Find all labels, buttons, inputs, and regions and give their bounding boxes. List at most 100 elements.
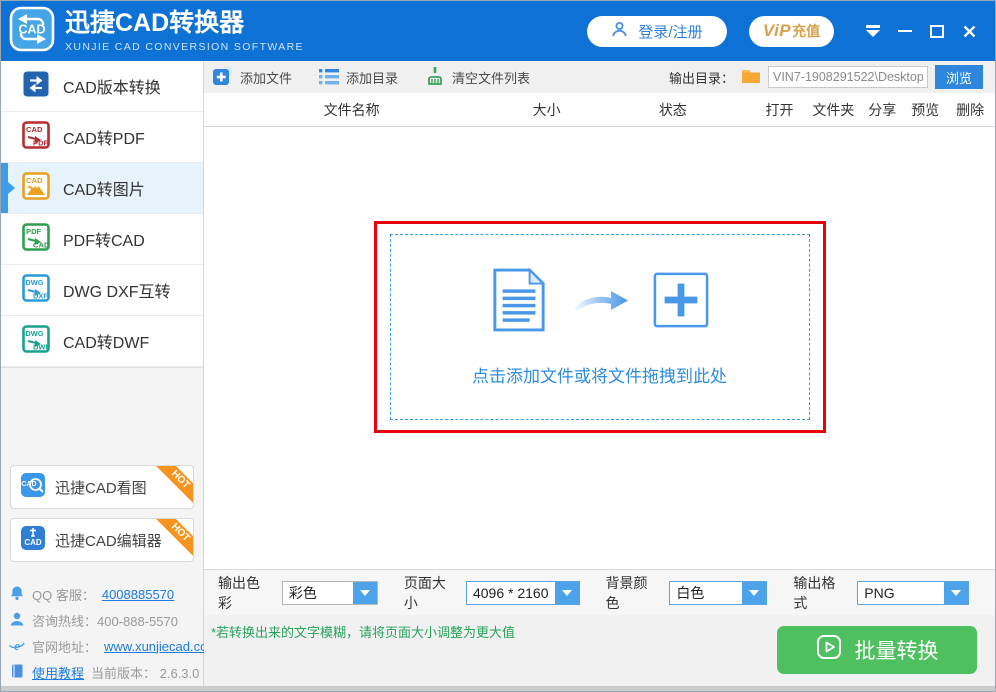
title-bar: CAD 迅捷CAD转换器 XUNJIE CAD CONVERSION SOFTW… [1, 1, 995, 61]
promo-cad-viewer-button[interactable]: CAD 迅捷CAD看图 HOT [10, 465, 194, 509]
svg-text:CAD: CAD [18, 22, 45, 36]
batch-convert-button[interactable]: 批量转换 [777, 626, 977, 674]
qq-service-icon [9, 585, 25, 604]
app-logo-icon: CAD [9, 6, 55, 57]
main-panel: 添加文件 添加目录 [204, 61, 995, 691]
browse-button[interactable]: 浏览 [935, 65, 983, 89]
tutorial-book-icon [9, 663, 25, 682]
user-icon [611, 21, 628, 42]
tutorial-row: 使用教程 当前版本： 2.6.3.0 [9, 659, 197, 685]
blur-warning-note: *若转换出来的文字模糊，请将页面大小调整为更大值 [211, 622, 515, 641]
sidebar-item-pdf-to-cad[interactable]: PDF CAD PDF转CAD [1, 214, 203, 265]
promo-cad-editor-button[interactable]: CAD 迅捷CAD编辑器 HOT [10, 518, 194, 562]
cad-editor-icon: CAD [20, 525, 46, 555]
cad-to-dwf-icon: DWG DWF [22, 325, 50, 358]
column-open: 打开 [752, 100, 808, 120]
ie-browser-icon: e [9, 637, 25, 656]
output-dir-label: 输出目录： [669, 68, 734, 87]
chevron-down-icon [555, 582, 579, 604]
qq-service-row: QQ 客服： 4008885570 [9, 581, 197, 607]
sidebar-lower-panel: CAD 迅捷CAD看图 HOT CAD [1, 367, 203, 691]
sidebar-item-label: CAD转图片 [63, 176, 145, 200]
output-dir-input[interactable] [768, 66, 928, 88]
svg-text:CAD: CAD [24, 538, 42, 547]
svg-text:DWF: DWF [33, 342, 50, 351]
sidebar-item-cad-to-dwf[interactable]: DWG DWF CAD转DWF [1, 316, 203, 367]
column-size: 大小 [499, 100, 594, 120]
app-title: 迅捷CAD转换器 [65, 9, 304, 38]
footer-bar: *若转换出来的文字模糊，请将页面大小调整为更大值 批量转换 [204, 615, 995, 691]
login-register-label: 登录/注册 [638, 21, 702, 42]
document-icon [491, 268, 547, 337]
batch-convert-label: 批量转换 [855, 635, 939, 665]
sidebar-item-cad-to-image[interactable]: CAD CAD转图片 [1, 163, 203, 214]
background-color-select[interactable]: 白色 [669, 581, 767, 605]
page-size-select[interactable]: 4096 * 2160 [466, 581, 580, 605]
maximize-icon[interactable] [930, 23, 944, 39]
output-format-value: PNG [858, 582, 944, 604]
sidebar-item-label: DWG DXF互转 [63, 278, 171, 302]
add-file-icon [213, 66, 233, 89]
file-dropzone[interactable]: 点击添加文件或将文件拖拽到此处 [374, 221, 826, 433]
window-controls [866, 23, 977, 39]
column-preview: 预览 [905, 100, 945, 120]
minimize-icon[interactable] [898, 23, 912, 39]
cad-viewer-icon: CAD [20, 472, 46, 502]
sidebar-item-label: CAD转PDF [63, 125, 145, 149]
cad-version-convert-icon [22, 70, 50, 103]
output-color-value: 彩色 [283, 582, 353, 604]
background-color-value: 白色 [670, 582, 742, 604]
sidebar-item-cad-to-pdf[interactable]: CAD PDF CAD转PDF [1, 112, 203, 163]
output-dir-group: 输出目录： 浏览 [669, 65, 995, 89]
sidebar-item-dwg-dxf-convert[interactable]: DWG DXF DWG DXF互转 [1, 265, 203, 316]
output-format-select[interactable]: PNG [857, 581, 969, 605]
hotline-icon [9, 611, 25, 630]
svg-text:DXF: DXF [33, 291, 48, 300]
add-folder-label: 添加目录 [346, 68, 398, 87]
svg-text:CAD: CAD [26, 176, 43, 185]
pdf-to-cad-icon: PDF CAD [22, 223, 50, 256]
website-link[interactable]: www.xunjiecad.com [104, 639, 218, 654]
add-plus-icon [653, 272, 709, 333]
svg-text:DWG: DWG [25, 329, 43, 338]
svg-text:DWG: DWG [25, 278, 43, 287]
main-menu-icon[interactable] [866, 23, 880, 39]
chevron-down-icon [353, 582, 377, 604]
tutorial-link[interactable]: 使用教程 [32, 663, 84, 682]
hotline-row: 咨询热线：400-888-5570 [9, 607, 197, 633]
website-label: 官网地址： [32, 637, 97, 656]
dwg-dxf-convert-icon: DWG DXF [22, 274, 50, 307]
svg-text:CAD: CAD [21, 481, 36, 488]
output-options-bar: 输出色彩 彩色 页面大小 4096 * 2160 背景颜色 [204, 569, 995, 615]
qq-service-link[interactable]: 4008885570 [102, 587, 174, 602]
column-delete: 删除 [945, 100, 995, 120]
sidebar-item-label: CAD版本转换 [63, 74, 161, 98]
sidebar-item-cad-version-convert[interactable]: CAD版本转换 [1, 61, 203, 112]
page-size-label: 页面大小 [404, 573, 457, 613]
output-color-select[interactable]: 彩色 [282, 581, 378, 605]
file-list-header: 文件名称 大小 状态 打开 文件夹 分享 预览 删除 [204, 93, 995, 127]
svg-text:e: e [14, 638, 20, 653]
clear-list-label: 清空文件列表 [452, 68, 530, 87]
vip-recharge-button[interactable]: ViP 充值 [749, 16, 834, 47]
clear-list-button[interactable]: 清空文件列表 [425, 66, 530, 89]
sidebar-item-label: PDF转CAD [63, 227, 145, 251]
vip-logo-text: ViP [763, 21, 791, 41]
cad-to-pdf-icon: CAD PDF [22, 121, 50, 154]
close-icon[interactable] [962, 23, 977, 39]
add-file-button[interactable]: 添加文件 [213, 66, 292, 89]
add-folder-button[interactable]: 添加目录 [319, 67, 398, 88]
add-file-label: 添加文件 [240, 68, 292, 87]
page-size-value: 4096 * 2160 [467, 582, 555, 604]
hot-badge: HOT [155, 465, 194, 505]
website-row: e 官网地址： www.xunjiecad.com [9, 633, 197, 659]
column-folder: 文件夹 [807, 100, 859, 120]
login-register-button[interactable]: 登录/注册 [587, 16, 727, 47]
file-list-area: 点击添加文件或将文件拖拽到此处 [204, 127, 995, 569]
column-file-name: 文件名称 [204, 100, 499, 120]
app-subtitle: XUNJIE CAD CONVERSION SOFTWARE [65, 41, 304, 53]
column-share: 分享 [859, 100, 905, 120]
output-format-label: 输出格式 [793, 573, 848, 613]
add-folder-list-icon [319, 67, 339, 88]
hotline-text: 咨询热线：400-888-5570 [32, 611, 178, 630]
